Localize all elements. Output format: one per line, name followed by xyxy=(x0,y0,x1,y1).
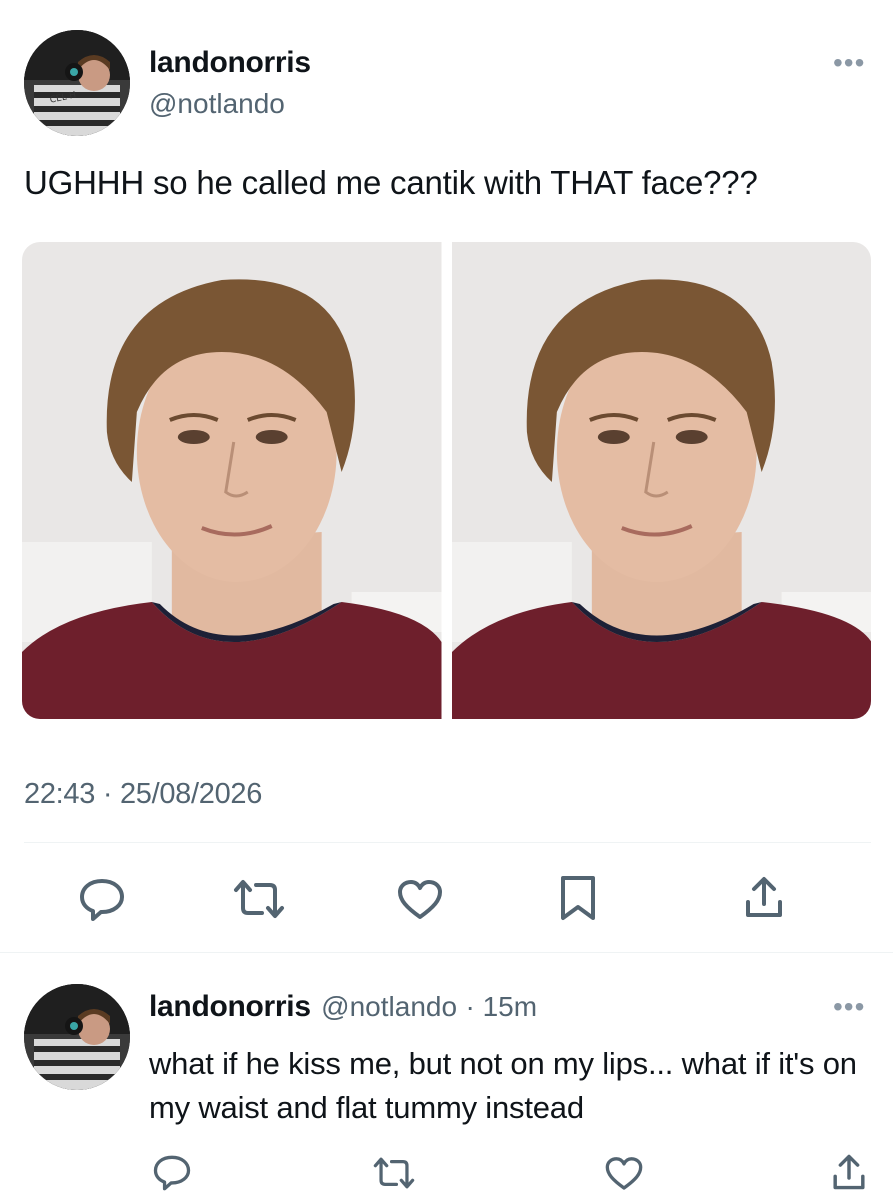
share-icon[interactable] xyxy=(830,1152,868,1192)
tweet-timestamp[interactable]: 22:43 · 25/08/2026 xyxy=(24,778,262,811)
reply-icon[interactable] xyxy=(78,877,126,923)
display-name[interactable]: landonorris xyxy=(149,46,311,80)
photo-right[interactable] xyxy=(451,242,871,719)
reply-display-name[interactable]: landonorris xyxy=(149,990,311,1023)
avatar[interactable]: CEL H xyxy=(24,30,130,136)
tweet-media[interactable] xyxy=(22,242,871,719)
user-handle[interactable]: @notlando xyxy=(149,88,285,120)
reply-icon[interactable] xyxy=(152,1154,192,1192)
heart-icon[interactable] xyxy=(604,1155,644,1191)
photo-left[interactable] xyxy=(22,242,442,719)
more-options-icon[interactable]: ••• xyxy=(833,49,865,77)
tweet-text: UGHHH so he called me cantik with THAT f… xyxy=(24,164,758,201)
reply-more-options-icon[interactable]: ••• xyxy=(833,993,865,1021)
heart-icon[interactable] xyxy=(396,878,444,920)
share-icon[interactable] xyxy=(742,874,786,920)
retweet-icon[interactable] xyxy=(370,1156,418,1190)
reply-text: what if he kiss me, but not on my lips..… xyxy=(149,1046,857,1125)
reply-time[interactable]: · 15m xyxy=(465,991,537,1022)
retweet-icon[interactable] xyxy=(230,878,288,920)
reply-avatar[interactable] xyxy=(24,984,130,1090)
bookmark-icon[interactable] xyxy=(558,874,598,922)
reply-handle[interactable]: @notlando xyxy=(321,991,457,1022)
reply-header: landonorris @notlando · 15m xyxy=(149,990,537,1024)
divider xyxy=(0,952,893,953)
divider xyxy=(24,842,871,843)
